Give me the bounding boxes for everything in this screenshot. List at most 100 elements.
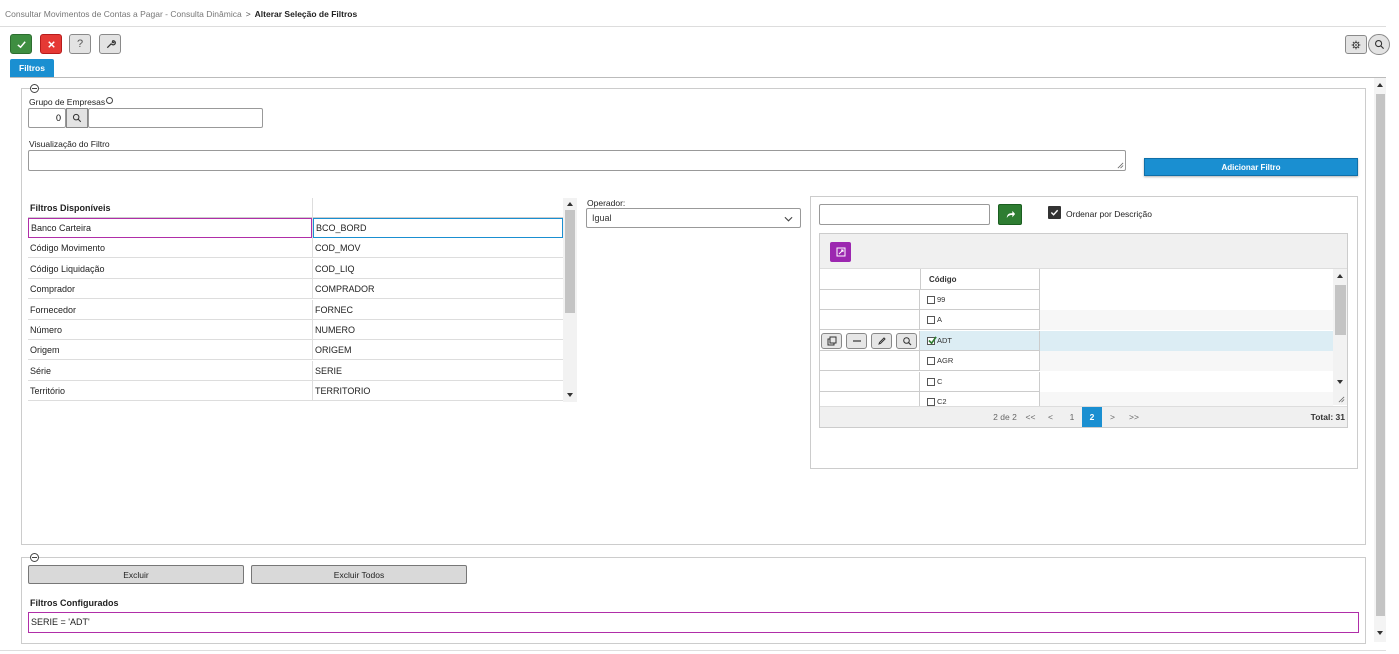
tools-button[interactable] <box>99 34 121 54</box>
filtros-grid-scrollbar[interactable] <box>563 198 577 402</box>
operador-select[interactable]: Igual <box>586 208 801 228</box>
valores-grid-scrollbar[interactable] <box>1333 269 1347 405</box>
resize-grip-icon[interactable] <box>1117 162 1124 169</box>
gear-icon <box>1351 40 1361 49</box>
scrollbar-thumb[interactable] <box>1335 285 1346 335</box>
table-row[interactable]: Número NUMERO <box>28 320 563 340</box>
scroll-down-arrow[interactable] <box>1377 631 1383 635</box>
table-row[interactable]: C2 <box>820 392 1333 406</box>
page-2-button[interactable]: 2 <box>1082 407 1102 427</box>
grupo-empresas-description-input[interactable] <box>88 108 263 128</box>
valores-search-input[interactable] <box>819 204 990 225</box>
question-icon: ? <box>76 38 84 50</box>
collapse-icon[interactable] <box>30 84 39 93</box>
remove-button[interactable] <box>846 332 867 349</box>
filtro-configurado-row[interactable]: SERIE = 'ADT' <box>28 612 1359 633</box>
check-icon <box>928 336 937 345</box>
filtro-code-cell: SERIE <box>315 365 343 376</box>
resize-grip-icon[interactable] <box>1338 396 1345 403</box>
table-row[interactable]: Território TERRITORIO <box>28 381 563 402</box>
ordenar-label[interactable]: Ordenar por Descrição <box>1066 209 1152 219</box>
excluir-todos-button[interactable]: Excluir Todos <box>251 565 467 584</box>
codigo-cell[interactable]: A <box>920 310 1040 331</box>
filtro-name-cell: Banco Carteira <box>28 218 312 238</box>
table-row[interactable]: C <box>820 371 1333 392</box>
prev-page-button[interactable]: < <box>1043 407 1058 427</box>
table-row[interactable]: Fornecedor FORNEC <box>28 299 563 320</box>
table-row[interactable]: A <box>820 310 1333 331</box>
copy-button[interactable] <box>821 332 842 349</box>
filtro-code-cell: BCO_BORD <box>313 218 563 238</box>
first-page-button[interactable]: << <box>1023 407 1038 427</box>
settings-button[interactable] <box>1345 35 1367 54</box>
row-actions-cell <box>820 351 920 372</box>
page-1-button[interactable]: 1 <box>1063 407 1081 427</box>
grupo-empresas-code-input[interactable] <box>28 108 66 128</box>
scroll-up-arrow[interactable] <box>1377 83 1383 87</box>
codigo-cell[interactable]: C <box>920 371 1040 392</box>
row-checkbox[interactable] <box>927 296 935 305</box>
total-count: Total: 31 <box>1310 412 1345 422</box>
row-checkbox[interactable] <box>927 398 935 406</box>
next-page-button[interactable]: > <box>1105 407 1120 427</box>
cancel-button[interactable] <box>40 34 62 54</box>
table-row[interactable]: Comprador COMPRADOR <box>28 279 563 300</box>
valores-rows: 99 A ADT AGR C C2 <box>820 234 1333 406</box>
excluir-button[interactable]: Excluir <box>28 565 244 584</box>
codigo-cell[interactable]: ADT <box>920 330 1040 351</box>
page-scrollbar[interactable] <box>1374 78 1386 642</box>
x-icon <box>47 40 55 48</box>
row-checkbox[interactable] <box>927 336 937 345</box>
codigo-cell[interactable]: C2 <box>920 392 1040 406</box>
pencil-icon <box>877 337 886 345</box>
visualizacao-textarea[interactable] <box>28 150 1126 171</box>
operador-label: Operador: <box>587 198 626 208</box>
copy-icon <box>827 336 836 346</box>
row-checkbox[interactable] <box>927 316 935 325</box>
table-row[interactable]: Banco Carteira BCO_BORD <box>28 218 563 238</box>
collapse-icon[interactable] <box>30 553 39 562</box>
codigo-cell[interactable]: AGR <box>920 351 1040 372</box>
ordenar-checkbox[interactable] <box>1048 206 1061 219</box>
table-header-row: Filtros Disponíveis <box>28 198 563 218</box>
page-info: 2 de 2 <box>993 412 1017 422</box>
row-checkbox[interactable] <box>927 357 935 366</box>
table-row[interactable]: Código Movimento COD_MOV <box>28 238 563 259</box>
search-icon <box>902 336 911 346</box>
row-checkbox[interactable] <box>927 377 935 386</box>
view-button[interactable] <box>896 332 917 349</box>
codigo-value: ADT <box>937 335 952 345</box>
row-actions-cell <box>820 392 920 406</box>
edit-button[interactable] <box>871 332 892 349</box>
help-button[interactable]: ? <box>69 34 91 54</box>
scroll-down-arrow[interactable] <box>567 393 573 397</box>
search-button[interactable] <box>1368 34 1390 55</box>
table-row[interactable]: AGR <box>820 351 1333 372</box>
table-row[interactable]: 99 <box>820 290 1333 310</box>
minus-icon <box>852 340 861 342</box>
apply-search-button[interactable] <box>998 204 1022 225</box>
scroll-up-arrow[interactable] <box>567 202 573 206</box>
scroll-up-arrow[interactable] <box>1337 274 1343 278</box>
tab-filtros[interactable]: Filtros <box>10 59 54 77</box>
codigo-value: AGR <box>937 356 954 366</box>
operador-selected-value: Igual <box>592 213 612 223</box>
codigo-value: A <box>937 315 943 325</box>
grupo-empresas-search-button[interactable] <box>66 108 88 128</box>
tab-divider <box>10 77 1386 78</box>
scroll-down-arrow[interactable] <box>1337 380 1343 384</box>
scrollbar-thumb[interactable] <box>1376 94 1385 616</box>
breadcrumb-parent[interactable]: Consultar Movimentos de Contas a Pagar -… <box>5 9 242 19</box>
table-row[interactable]: Código Liquidação COD_LIQ <box>28 258 563 279</box>
row-actions-cell <box>820 371 920 392</box>
codigo-cell[interactable]: 99 <box>920 290 1040 310</box>
table-row[interactable]: Origem ORIGEM <box>28 340 563 361</box>
last-page-button[interactable]: >> <box>1125 407 1143 427</box>
confirm-button[interactable] <box>10 34 32 54</box>
table-row[interactable]: Série SERIE <box>28 360 563 381</box>
filtro-name-cell: Série <box>30 365 52 376</box>
scrollbar-thumb[interactable] <box>565 210 575 313</box>
filtro-code-cell: COD_LIQ <box>315 263 355 274</box>
table-row[interactable]: ADT <box>820 330 1333 351</box>
adicionar-filtro-button[interactable]: Adicionar Filtro <box>1144 158 1358 176</box>
